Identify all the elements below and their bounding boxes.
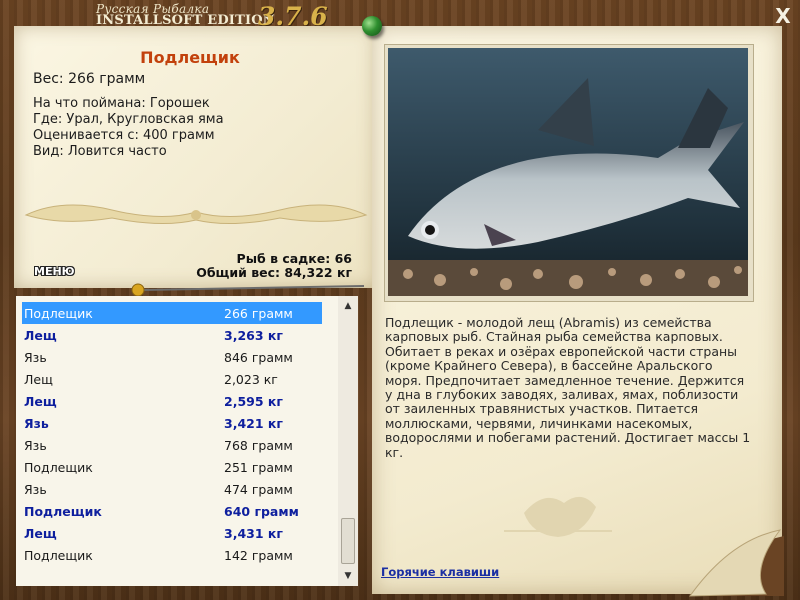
list-item[interactable]: Язь 768 грамм xyxy=(22,434,322,456)
fish-weight: Вес: 266 грамм xyxy=(33,71,146,87)
list-item-weight: 2,595 кг xyxy=(224,394,283,409)
list-item[interactable]: Подлещик 251 грамм xyxy=(22,456,322,478)
pushpin-icon xyxy=(362,16,382,36)
list-item-name: Лещ xyxy=(24,526,57,541)
list-item-name: Язь xyxy=(24,438,47,453)
scroll-thumb[interactable] xyxy=(341,518,355,564)
list-item[interactable]: Язь 474 грамм xyxy=(22,478,322,500)
list-item[interactable]: Лещ 2,023 кг xyxy=(22,368,322,390)
list-item-name: Подлещик xyxy=(24,306,93,321)
list-item-name: Язь xyxy=(24,350,47,365)
list-item-weight: 768 грамм xyxy=(224,438,293,453)
list-item-weight: 3,263 кг xyxy=(224,328,283,343)
detail-frequency: Вид: Ловится часто xyxy=(33,144,167,159)
fish-watermark-icon xyxy=(504,496,612,537)
list-item-weight: 640 грамм xyxy=(224,504,299,519)
ornament-divider xyxy=(24,204,368,225)
list-item-weight: 846 грамм xyxy=(224,350,293,365)
list-item[interactable]: Подлещик 266 грамм xyxy=(22,302,322,324)
list-item[interactable]: Подлещик 640 грамм xyxy=(22,500,322,522)
detail-value: Оценивается с: 400 грамм xyxy=(33,128,215,143)
list-item-name: Лещ xyxy=(24,394,57,409)
catch-details: На что поймана: Горошек Где: Урал, Кругл… xyxy=(33,96,224,160)
fishing-rod-icon xyxy=(131,283,365,296)
list-item-name: Язь xyxy=(24,416,49,431)
scroll-down-arrow-icon[interactable]: ▼ xyxy=(338,568,358,584)
list-item-name: Язь xyxy=(24,482,47,497)
detail-bait: На что поймана: Горошек xyxy=(33,96,210,111)
list-item-weight: 2,023 кг xyxy=(224,372,278,387)
list-item[interactable]: Подлещик 142 грамм xyxy=(22,544,322,566)
list-item-weight: 3,421 кг xyxy=(224,416,283,431)
hotkeys-link[interactable]: Горячие клавиши xyxy=(381,565,499,579)
list-item-weight: 474 грамм xyxy=(224,482,293,497)
fish-name-title: Подлещик xyxy=(140,48,240,67)
list-item[interactable]: Лещ 3,431 кг xyxy=(22,522,322,544)
catch-stats: Рыб в садке: 66 Общий вес: 84,322 кг xyxy=(196,252,352,280)
catch-list: Подлещик 266 грамм Лещ 3,263 кг Язь 846 грамм… xyxy=(16,296,358,586)
scroll-up-arrow-icon[interactable]: ▲ xyxy=(338,298,358,314)
menu-button[interactable]: МЕНЮ xyxy=(34,265,75,278)
list-item-name: Подлещик xyxy=(24,504,102,519)
fish-photo xyxy=(388,48,748,296)
list-item-name: Подлещик xyxy=(24,460,93,475)
fish-count: Рыб в садке: 66 xyxy=(236,251,352,266)
page-curl-ornament xyxy=(689,529,784,597)
list-scrollbar[interactable]: ▲ ▼ xyxy=(338,296,358,586)
close-button[interactable]: X xyxy=(773,6,793,26)
list-item-name: Подлещик xyxy=(24,548,93,563)
total-weight: Общий вес: 84,322 кг xyxy=(196,265,352,280)
list-item[interactable]: Лещ 2,595 кг xyxy=(22,390,322,412)
list-item[interactable]: Язь 846 грамм xyxy=(22,346,322,368)
list-item-weight: 3,431 кг xyxy=(224,526,283,541)
list-item-weight: 266 грамм xyxy=(224,306,293,321)
detail-location: Где: Урал, Кругловская яма xyxy=(33,112,224,127)
list-item-name: Лещ xyxy=(24,328,57,343)
list-item-weight: 251 грамм xyxy=(224,460,293,475)
list-item[interactable]: Лещ 3,263 кг xyxy=(22,324,322,346)
list-item-name: Лещ xyxy=(24,372,53,387)
fish-description: Подлещик - молодой лещ (Abramis) из семе… xyxy=(385,315,751,460)
list-item[interactable]: Язь 3,421 кг xyxy=(22,412,322,434)
list-item-weight: 142 грамм xyxy=(224,548,293,563)
